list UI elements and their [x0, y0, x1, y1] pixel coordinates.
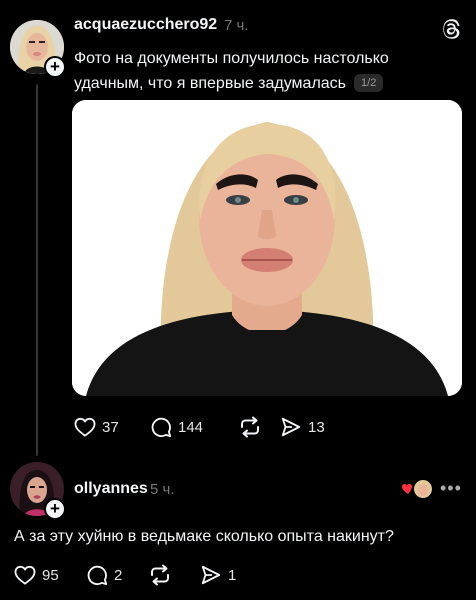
repost-icon [241, 416, 259, 438]
post-photo[interactable] [72, 100, 462, 396]
post-text: Фото на документы получилось настолько у… [74, 46, 414, 96]
heart-icon [74, 417, 96, 437]
threads-logo-icon[interactable] [440, 18, 462, 40]
reply-share-button[interactable]: 1 [200, 564, 236, 586]
repost-icon [151, 564, 169, 586]
reply-username[interactable]: ollyannes [74, 480, 148, 498]
comment-icon [87, 565, 108, 586]
post-actions: 37 144 13 [74, 416, 325, 438]
like-button[interactable]: 37 [74, 417, 150, 437]
follow-plus-icon[interactable]: + [44, 56, 66, 78]
comment-icon [151, 417, 172, 438]
reply-comment-count: 2 [114, 566, 123, 584]
reply-like-count: 95 [42, 566, 59, 584]
repost-button[interactable] [238, 416, 280, 438]
reply-body: А за эту хуйню в ведьмаке сколько опыта … [14, 528, 394, 545]
reply-share-count: 1 [228, 566, 237, 584]
reply-comment-button[interactable]: 2 [86, 564, 148, 586]
liked-by-author-icon [402, 480, 432, 498]
share-button[interactable]: 13 [280, 416, 325, 438]
post-time: 7 ч. [224, 17, 249, 34]
reply-like-button[interactable]: 95 [14, 565, 86, 585]
follow-plus-icon[interactable]: + [44, 498, 66, 520]
like-count: 37 [102, 418, 119, 436]
post-username[interactable]: acquaezucchero92 [74, 16, 217, 34]
post-body: Фото на документы получилось настолько у… [74, 50, 389, 92]
more-icon[interactable]: ••• [440, 478, 462, 499]
heart-icon [14, 565, 36, 585]
share-icon [201, 565, 221, 585]
thread-connector-line [36, 84, 38, 456]
reply-time: 5 ч. [150, 481, 175, 498]
reply-actions: 95 2 1 [14, 564, 236, 586]
comment-count: 144 [178, 418, 204, 436]
reply-repost-button[interactable] [148, 564, 200, 586]
comment-button[interactable]: 144 [150, 416, 238, 438]
page-counter: 1/2 [354, 74, 384, 92]
share-count: 13 [308, 418, 325, 436]
share-icon [281, 417, 301, 437]
